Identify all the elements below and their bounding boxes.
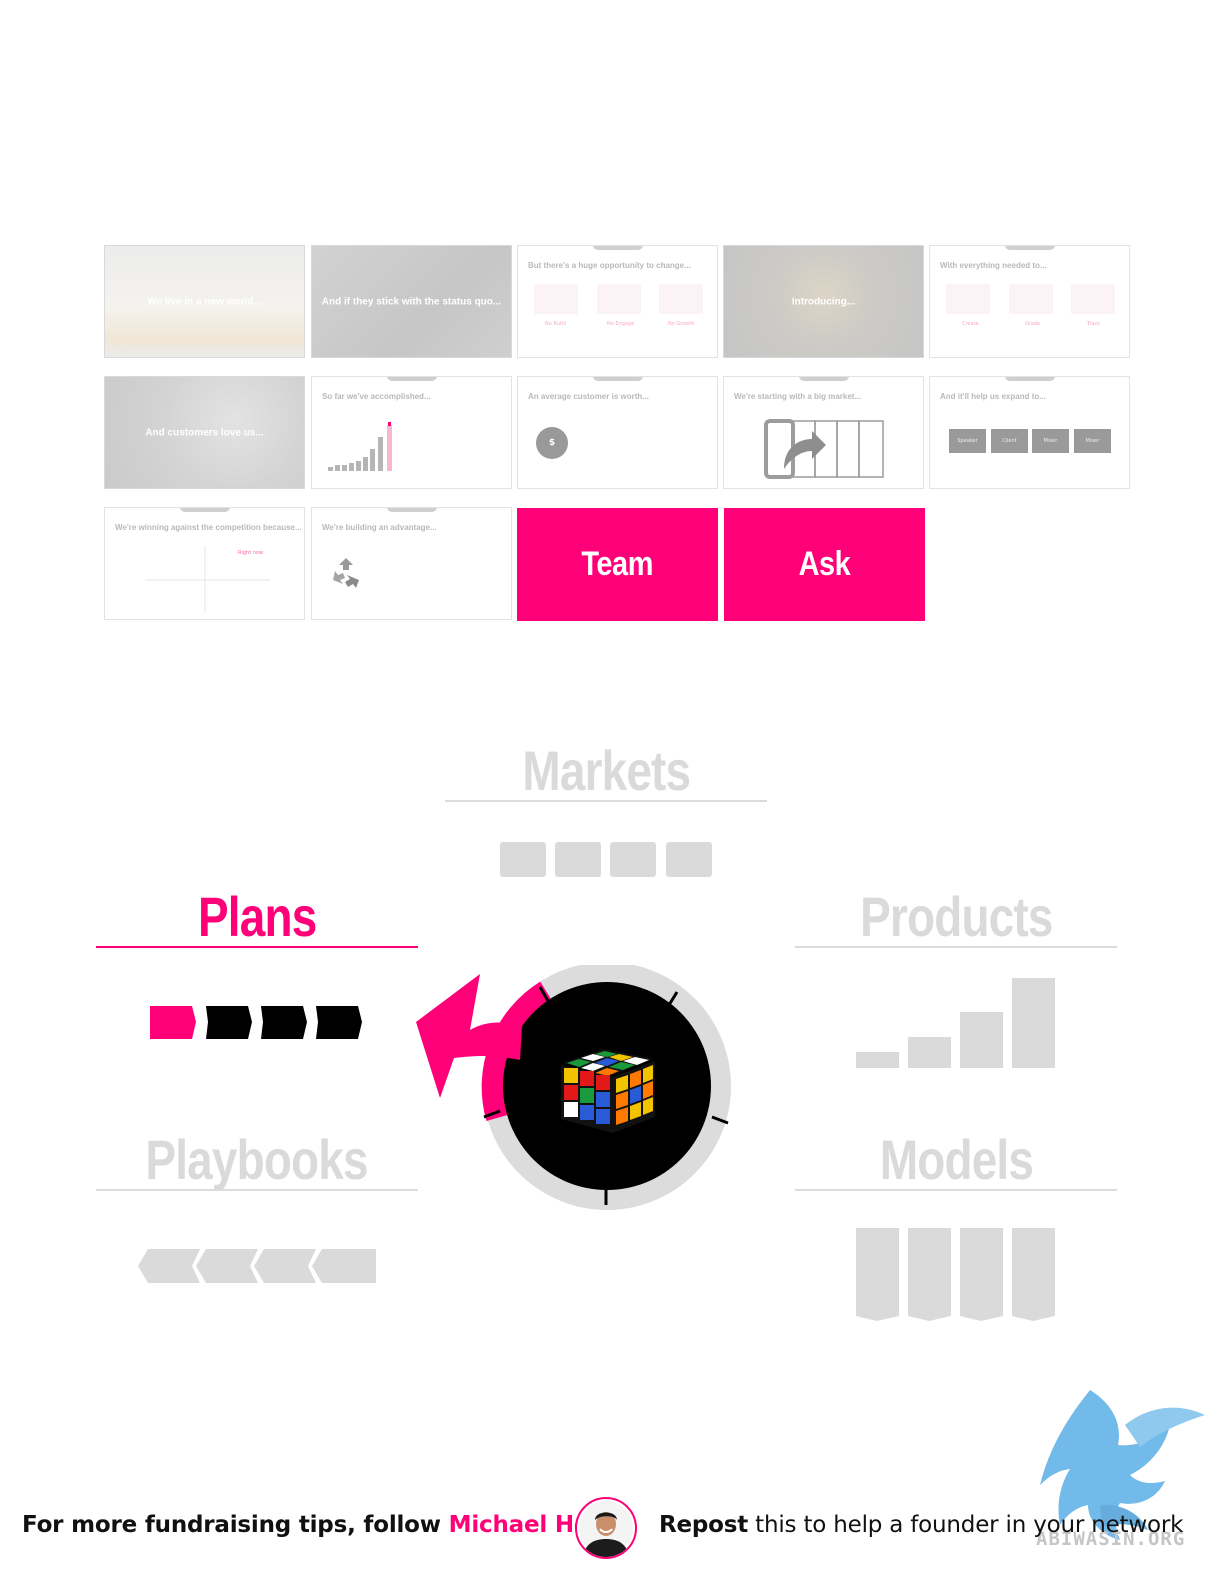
models-rule — [795, 1189, 1117, 1191]
slide-thumbnail-10[interactable]: And it'll help us expand to... Speaker C… — [929, 376, 1130, 489]
slide-text: With everything needed to... — [940, 261, 1047, 270]
mini-button: Mixer — [1074, 429, 1111, 453]
models-title: Models — [879, 1128, 1033, 1191]
mini-button: Mixer — [1032, 429, 1069, 453]
slide-thumbnail-12[interactable]: We're building an advantage... — [311, 507, 512, 620]
plans-step-icons — [150, 1006, 362, 1039]
slide-text: And customers love us... — [145, 427, 264, 438]
slide-thumbnail-2[interactable]: And if they stick with the status quo... — [311, 245, 512, 358]
slide-text: And it'll help us expand to... — [940, 392, 1046, 401]
products-title: Products — [859, 885, 1053, 948]
mini-button: Client — [991, 429, 1028, 453]
slide-label: Create — [962, 321, 979, 327]
markets-block — [500, 842, 546, 877]
mini-bar-chart — [328, 422, 392, 471]
slide-text: We're building an advantage... — [322, 523, 437, 532]
avatar[interactable] — [575, 1497, 637, 1559]
slide-thumbnail-7[interactable]: So far we've accomplished... — [311, 376, 512, 489]
slide-text: We live in a new world... — [147, 296, 262, 307]
slide-thumbnail-ask[interactable]: Ask — [724, 508, 925, 621]
slide-title: Team — [581, 545, 654, 583]
pink-arrow-icon — [416, 974, 522, 1098]
markets-rule — [445, 800, 767, 802]
dollar-badge-icon: $ — [536, 427, 568, 459]
slide-label: No Engage — [607, 321, 635, 327]
models-column-icon — [856, 1228, 1055, 1321]
slide-thumbnail-4[interactable]: Introducing... — [723, 245, 924, 358]
slide-label: Track — [1087, 321, 1101, 327]
slide-title: Ask — [798, 545, 851, 583]
footer-repost-text: Repost this to help a founder in your ne… — [659, 1512, 1184, 1538]
markets-block — [555, 842, 601, 877]
mini-button: Speaker — [949, 429, 986, 453]
mini-quadrant-chart — [145, 546, 270, 613]
slide-thumbnail-9[interactable]: We're starting with a big market... — [723, 376, 924, 489]
slide-thumbnail-team[interactable]: Team — [517, 508, 718, 621]
slide-text: Introducing... — [791, 296, 856, 307]
slide-thumbnail-5[interactable]: With everything needed to... Create Grad… — [929, 245, 1130, 358]
slide-label: No Build — [545, 321, 566, 327]
avatar-portrait — [579, 1501, 633, 1557]
slide-thumbnail-1[interactable]: We live in a new world... — [104, 245, 305, 358]
slide-thumbnail-3[interactable]: But there's a huge opportunity to change… — [517, 245, 718, 358]
markets-block — [666, 842, 712, 877]
markets-block — [610, 842, 656, 877]
slide-thumbnail-11[interactable]: We're winning against the competition be… — [104, 507, 305, 620]
phone-share-icon — [764, 419, 884, 479]
products-rule — [795, 946, 1117, 948]
plans-rule — [96, 946, 418, 948]
slide-thumbnail-6[interactable]: And customers love us... — [104, 376, 305, 489]
markets-title: Markets — [522, 739, 691, 802]
slide-text: But there's a huge opportunity to change… — [528, 261, 691, 270]
playbooks-chevron-icon — [138, 1249, 376, 1283]
slide-label: No Growth — [668, 321, 695, 327]
author-link[interactable]: Michael Ho — [449, 1512, 590, 1538]
slide-text: And if they stick with the status quo... — [321, 296, 502, 307]
slide-thumbnail-8[interactable]: An average customer is worth... $ — [517, 376, 718, 489]
slide-label: Grade — [1025, 321, 1041, 327]
rubiks-cube-icon — [561, 1049, 655, 1133]
playbooks-title: Playbooks — [145, 1128, 369, 1191]
plans-title: Plans — [197, 885, 317, 948]
footer-follow-text: For more fundraising tips, follow Michae… — [22, 1512, 590, 1538]
playbooks-rule — [96, 1189, 418, 1191]
recycle-icon — [333, 558, 359, 588]
slide-text: An average customer is worth... — [528, 392, 649, 401]
slide-label: Right now — [238, 550, 264, 556]
products-bar-icon — [856, 978, 1055, 1068]
